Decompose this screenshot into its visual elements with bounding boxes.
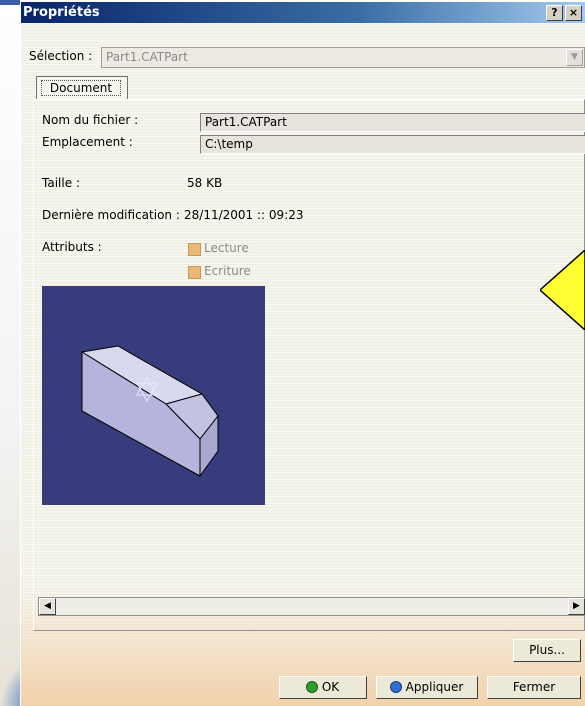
- location-label: Emplacement :: [42, 135, 133, 149]
- write-checkbox-label: Ecriture: [204, 264, 251, 278]
- apply-status-icon: [390, 682, 401, 692]
- chevron-down-icon[interactable]: ▼: [566, 49, 583, 66]
- close-button[interactable]: Fermer: [487, 676, 581, 699]
- tab-document[interactable]: Document: [36, 76, 128, 100]
- yellow-callout-shape: [540, 250, 585, 330]
- modified-value: 28/11/2001 :: 09:23: [184, 208, 304, 222]
- size-value: 58 KB: [187, 176, 223, 190]
- attributes-label: Attributs :: [42, 240, 102, 254]
- part-3d-icon: [80, 345, 219, 478]
- selection-dropdown[interactable]: Part1.CATPart ▼: [101, 47, 585, 68]
- ok-status-icon: [306, 682, 317, 692]
- apply-button-label: Appliquer: [405, 680, 464, 694]
- apply-button[interactable]: Appliquer: [376, 676, 478, 699]
- size-label: Taille :: [42, 176, 80, 190]
- scroll-right-icon[interactable]: ▶: [568, 598, 585, 615]
- location-value: C:\temp: [205, 137, 253, 151]
- read-checkbox[interactable]: [188, 243, 201, 256]
- read-checkbox-label: Lecture: [204, 241, 249, 255]
- tab-document-label: Document: [41, 80, 121, 96]
- ok-button[interactable]: OK: [279, 676, 367, 699]
- scroll-left-icon[interactable]: ◀: [39, 598, 56, 615]
- selection-label: Sélection :: [29, 49, 93, 63]
- desktop-background: [0, 0, 20, 706]
- more-button[interactable]: Plus...: [513, 639, 581, 662]
- filename-label: Nom du fichier :: [42, 113, 139, 127]
- ok-button-label: OK: [321, 680, 340, 694]
- filename-value: Part1.CATPart: [205, 115, 287, 129]
- location-field: C:\temp: [200, 135, 585, 154]
- close-window-button[interactable]: ×: [565, 5, 582, 21]
- properties-dialog: Propriétés ? × Sélection : Part1.CATPart…: [20, 2, 585, 706]
- modified-label: Dernière modification :: [42, 208, 180, 222]
- selection-value: Part1.CATPart: [106, 50, 188, 64]
- horizontal-scrollbar[interactable]: ◀ ▶: [38, 597, 585, 616]
- document-panel: Nom du fichier : Part1.CATPart Emplaceme…: [33, 99, 585, 631]
- title-bar[interactable]: Propriétés ? ×: [21, 2, 585, 23]
- part-preview-image: [42, 286, 265, 505]
- desktop-bar: [0, 0, 20, 5]
- window-title: Propriétés: [23, 5, 100, 20]
- filename-field: Part1.CATPart: [200, 113, 585, 132]
- write-checkbox[interactable]: [188, 266, 201, 279]
- help-button[interactable]: ?: [546, 5, 563, 21]
